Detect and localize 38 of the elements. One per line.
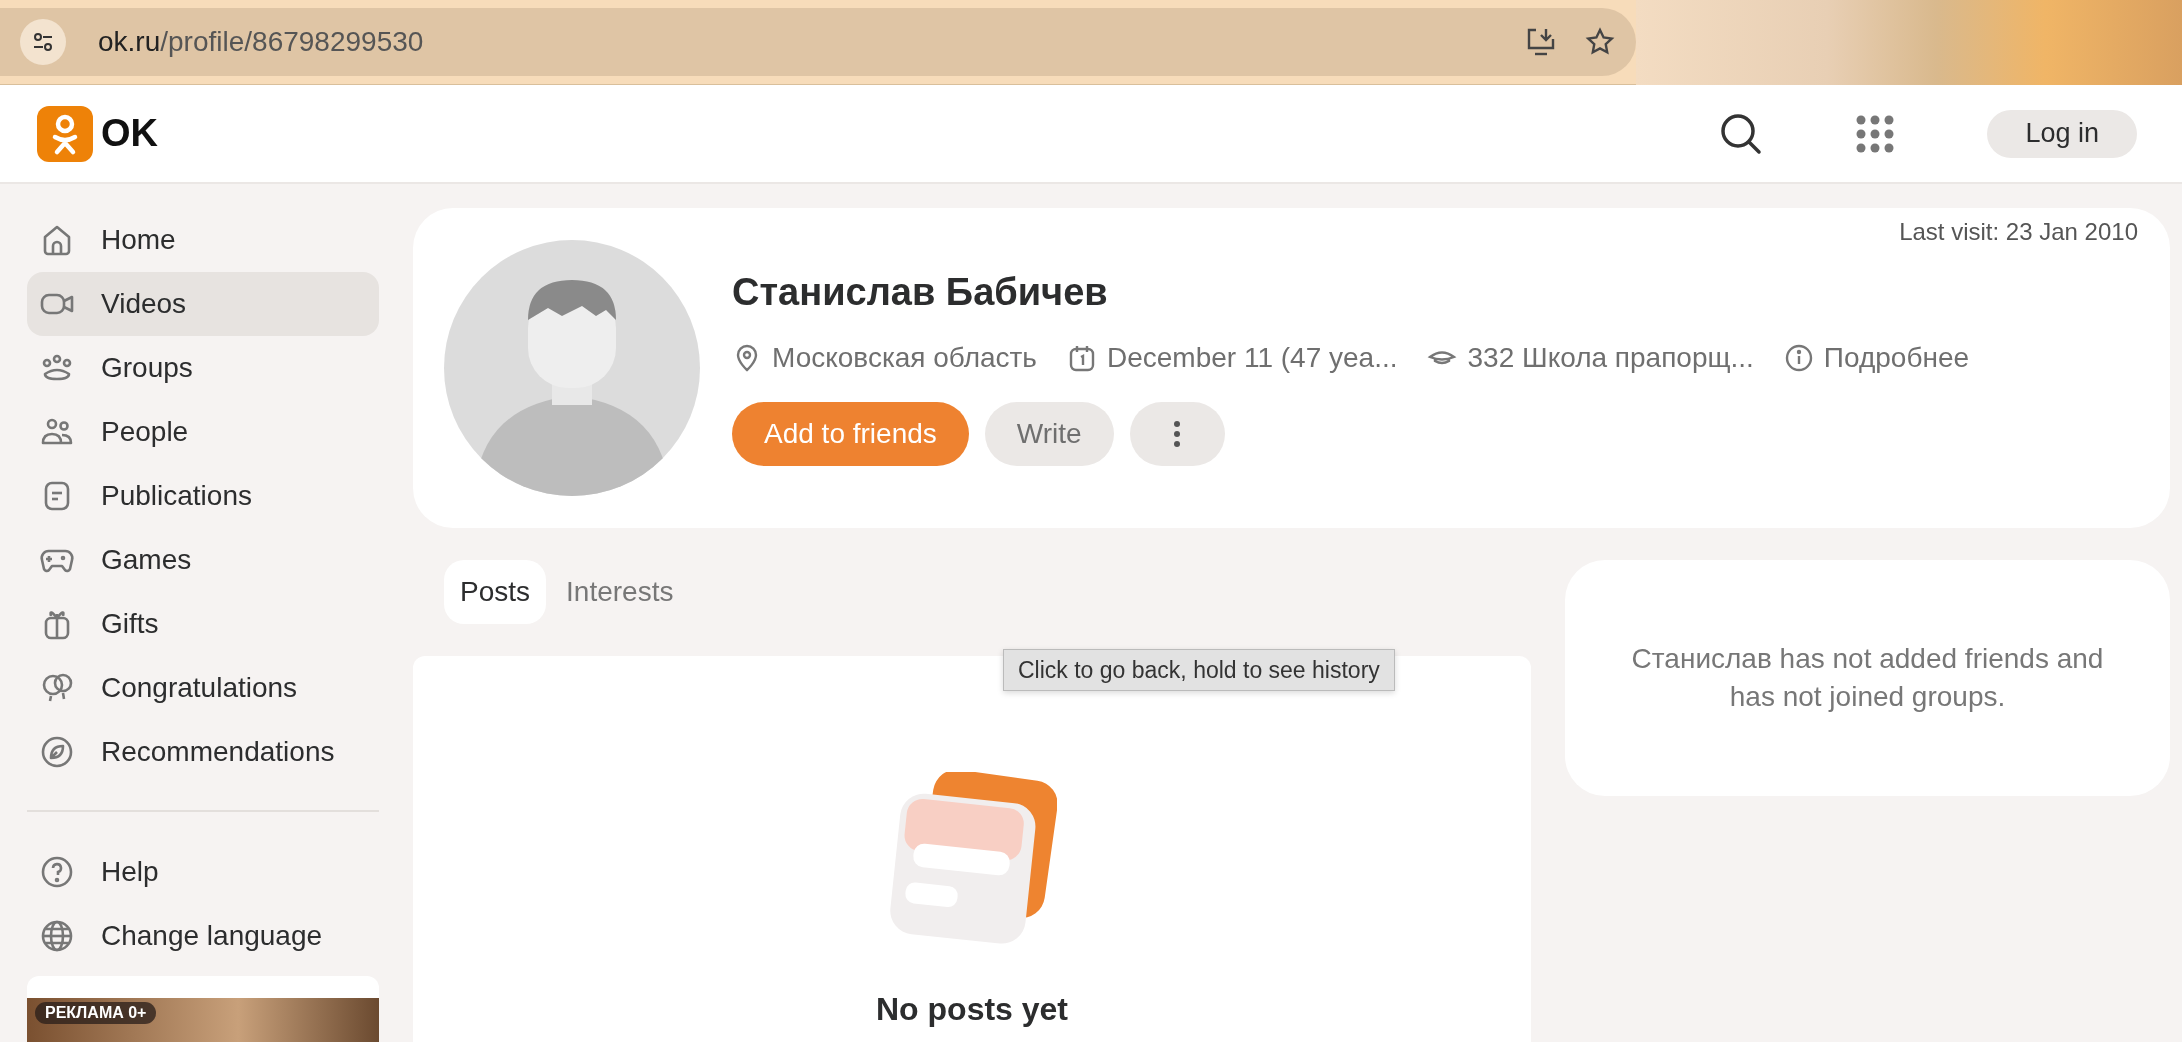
apps-grid-icon[interactable] xyxy=(1855,113,1896,154)
logo-icon[interactable] xyxy=(37,105,93,162)
sidebar-item[interactable]: Home xyxy=(27,208,379,272)
tooltip: Click to go back, hold to see history xyxy=(1003,649,1395,691)
sidebar-item[interactable]: Recommendations xyxy=(27,720,379,784)
sidebar-item[interactable]: Groups xyxy=(27,336,379,400)
sidebar-item[interactable]: People xyxy=(27,400,379,464)
tab[interactable]: Interests xyxy=(550,560,690,624)
write-button[interactable]: Write xyxy=(984,401,1114,466)
compass-icon xyxy=(39,734,75,770)
tab[interactable]: Posts xyxy=(444,560,547,624)
login-button[interactable]: Log in xyxy=(1987,109,2137,158)
url-text: ok.ru/profile/86798299530 xyxy=(98,26,425,58)
help-icon xyxy=(39,854,75,890)
sidebar-item[interactable]: Videos xyxy=(27,272,379,336)
more-icon xyxy=(1173,419,1182,448)
info-icon xyxy=(1783,342,1814,373)
search-icon[interactable] xyxy=(1719,111,1764,156)
globe-icon xyxy=(39,918,75,954)
sidebar-item[interactable]: Help xyxy=(27,840,379,904)
sidebar-item[interactable]: Publications xyxy=(27,464,379,528)
sidebar-item[interactable]: Games xyxy=(27,528,379,592)
profile-info-item[interactable]: Подробнее xyxy=(1783,341,1970,374)
sidebar-item[interactable]: Gifts xyxy=(27,592,379,656)
ad-label: РЕКЛАМА 0+ xyxy=(35,1002,157,1024)
site-settings-icon[interactable] xyxy=(20,19,66,65)
sidebar-item[interactable]: Change language xyxy=(27,904,379,968)
profile-info-item[interactable]: December 11 (47 yea... xyxy=(1066,341,1398,374)
logo-text[interactable]: OK xyxy=(101,112,158,155)
address-bar[interactable]: ok.ru/profile/86798299530 xyxy=(0,8,1636,76)
profile-info-item[interactable]: 332 Школа прапорщ... xyxy=(1427,341,1754,374)
ad-card[interactable]: РЕКЛАМА 0+ xyxy=(27,976,379,1042)
profile-info-item[interactable]: Московская область xyxy=(732,341,1037,374)
empty-state-title: No posts yet xyxy=(876,991,1068,1028)
last-visit-text: Last visit: 23 Jan 2010 xyxy=(1899,218,2138,246)
friends-empty-text: Станислав has not added friends and has not joined groups. xyxy=(1630,642,2105,714)
sidebar-item[interactable]: Congratulations xyxy=(27,656,379,720)
profile-name: Станислав Бабичев xyxy=(732,270,1109,314)
